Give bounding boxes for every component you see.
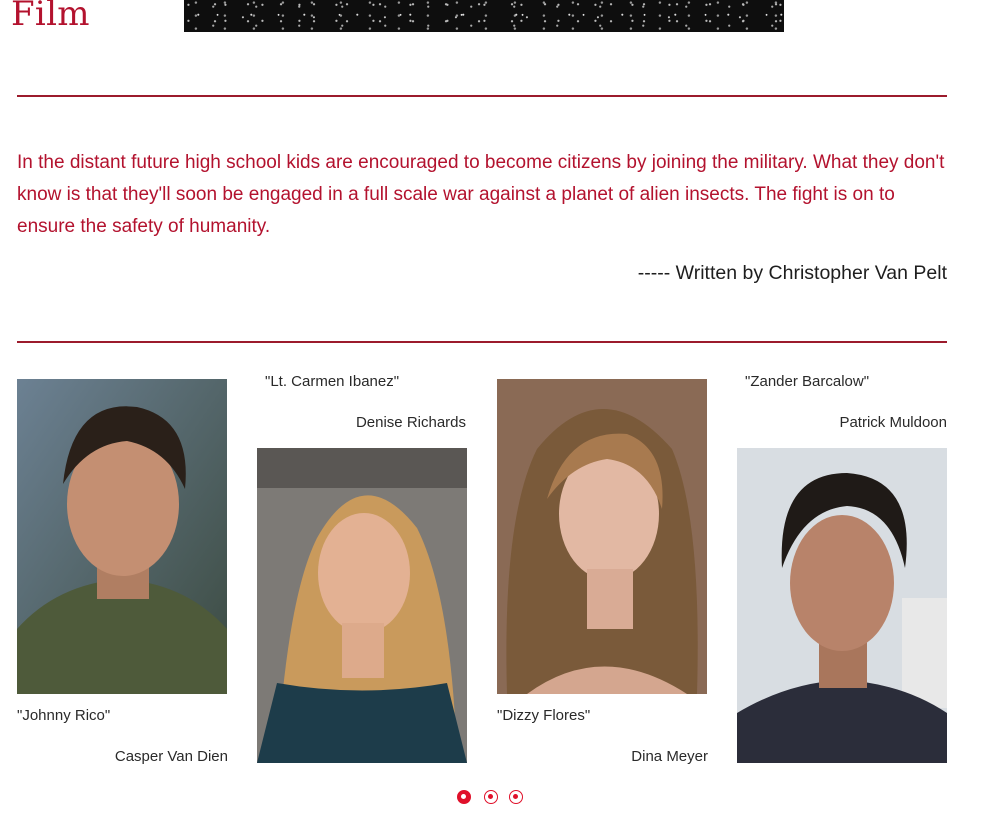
- cast-card-johnny-rico[interactable]: "Johnny Rico" Casper Van Dien: [17, 379, 228, 769]
- writer-credit: ----- Written by Christopher Van Pelt: [637, 262, 947, 284]
- actor-name: Casper Van Dien: [114, 748, 228, 765]
- role-name: "Johnny Rico": [17, 707, 111, 724]
- role-name: "Dizzy Flores": [497, 707, 591, 724]
- actor-photo-patrick-muldoon[interactable]: [737, 448, 947, 763]
- carousel-dot-2[interactable]: [484, 790, 498, 804]
- starfield-banner-image: [184, 0, 784, 32]
- actor-name: Denise Richards: [355, 414, 466, 431]
- actor-name: Patrick Muldoon: [839, 414, 947, 431]
- role-name: "Zander Barcalow": [745, 373, 870, 390]
- synopsis-text: In the distant future high school kids a…: [17, 152, 945, 237]
- page-title: Film: [11, 0, 90, 34]
- cast-card-dizzy-flores[interactable]: "Dizzy Flores" Dina Meyer: [497, 379, 708, 769]
- carousel-dot-3[interactable]: [509, 790, 523, 804]
- carousel-pagination: [457, 790, 527, 807]
- actor-photo-casper-van-dien[interactable]: [17, 379, 227, 694]
- role-name: "Lt. Carmen Ibanez": [265, 373, 400, 390]
- carousel-dot-1[interactable]: [457, 790, 471, 804]
- actor-photo-denise-richards[interactable]: [257, 448, 467, 763]
- divider-bottom: [17, 341, 947, 343]
- actor-photo-dina-meyer[interactable]: [497, 379, 707, 694]
- cast-card-carmen-ibanez[interactable]: "Lt. Carmen Ibanez" Denise Richards: [257, 373, 468, 765]
- divider-top: [17, 95, 947, 97]
- cast-card-zander-barcalow[interactable]: "Zander Barcalow" Patrick Muldoon: [737, 373, 948, 765]
- actor-name: Dina Meyer: [631, 748, 708, 765]
